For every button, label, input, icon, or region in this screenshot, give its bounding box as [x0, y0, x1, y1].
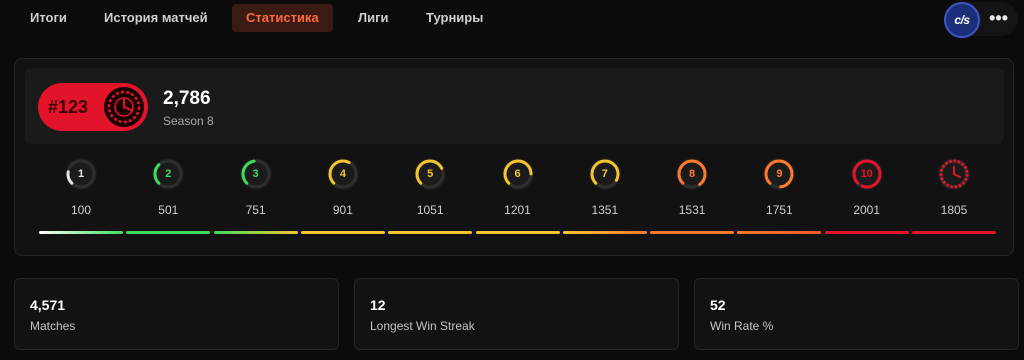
- level-number: 5: [427, 168, 434, 180]
- stat-value: 12: [370, 297, 386, 313]
- level-3: 3 751: [212, 157, 298, 247]
- level-bar-segment: [126, 231, 211, 234]
- level-1: 1 100: [37, 157, 123, 247]
- level-min-elo: 1751: [766, 203, 793, 217]
- tab-match-history[interactable]: История матчей: [90, 4, 222, 32]
- level-min-elo: 1531: [678, 203, 706, 217]
- tab-tournaments[interactable]: Турниры: [412, 4, 497, 32]
- level-number: [937, 157, 971, 191]
- season-card: #123 2,786 Season 8: [25, 68, 1004, 144]
- level-bar-segment: [737, 231, 822, 234]
- level-min-elo: 1051: [416, 203, 444, 217]
- more-options-icon[interactable]: •••: [989, 9, 1008, 27]
- level-number: 1: [77, 168, 85, 180]
- stat-card-matches: 4,571 Matches: [14, 278, 339, 350]
- level-bar-segment: [39, 231, 123, 234]
- stat-label: Matches: [30, 319, 76, 333]
- level-8: 8 1531: [648, 157, 735, 247]
- level-min-elo: 100: [70, 203, 92, 217]
- level-number: 6: [514, 168, 521, 180]
- level-min-elo: 501: [158, 203, 179, 217]
- tab-statistics[interactable]: Статистика: [232, 4, 333, 32]
- stat-card-longest-win-streak: 12 Longest Win Streak: [354, 278, 679, 350]
- level-bar-segment: [824, 231, 909, 234]
- stat-card-win-rate: 52 Win Rate %: [694, 278, 1019, 350]
- level-6: 6 1201: [474, 157, 560, 247]
- stat-value: 4,571: [30, 297, 66, 313]
- level-number: 2: [165, 168, 172, 180]
- stat-label: Win Rate %: [710, 319, 774, 333]
- level-min-elo: 1201: [504, 203, 531, 217]
- rank-badge: #123: [38, 83, 148, 131]
- level-bar-segment: [300, 231, 385, 234]
- avatar-logo: c/s: [954, 13, 970, 27]
- level-min-elo: 1351: [591, 203, 619, 217]
- level-7: 7 1351: [561, 157, 647, 247]
- stat-label: Longest Win Streak: [370, 319, 475, 333]
- level-number: 4: [339, 168, 346, 180]
- level-number: 8: [689, 168, 696, 180]
- level-2: 2 501: [124, 157, 211, 247]
- level-4: 4 901: [299, 157, 385, 247]
- level-bar-segment: [912, 231, 996, 234]
- account-controls: c/s •••: [944, 2, 1018, 38]
- level-number: 9: [776, 168, 783, 180]
- level-min-elo: 901: [332, 203, 353, 217]
- level-number: 10: [860, 168, 873, 180]
- level-bar-segment: [388, 231, 473, 234]
- level-bar-segment: [213, 231, 298, 234]
- level-bar-segment: [650, 231, 735, 234]
- season-name: Season 8: [163, 114, 214, 128]
- tab-summary[interactable]: Итоги: [16, 4, 81, 32]
- level-bar-segment: [562, 231, 647, 234]
- level-min-elo: 2001: [853, 203, 881, 217]
- level-5: 5 1051: [386, 157, 473, 247]
- level-10: 10 2001: [823, 157, 909, 247]
- challenger-rank-icon: [104, 87, 144, 127]
- season-panel: #123 2,786 Season 8 1 100 2 501 3 751 4 901 5 105…: [14, 58, 1014, 256]
- level-number: 7: [601, 168, 608, 180]
- rank-number: #123: [48, 97, 89, 117]
- level-9: 9 1751: [735, 157, 822, 247]
- avatar[interactable]: c/s: [944, 2, 980, 38]
- stat-value: 52: [710, 297, 726, 313]
- level-bar-segment: [475, 231, 560, 234]
- tab-leagues[interactable]: Лиги: [344, 4, 403, 32]
- level-min-elo: 751: [245, 203, 266, 217]
- level-11: 1805: [910, 157, 996, 247]
- season-elo: 2,786: [163, 88, 211, 109]
- level-min-elo: 1805: [940, 203, 968, 217]
- level-number: 3: [252, 168, 259, 180]
- top-navigation: Итоги История матчей Статистика Лиги Тур…: [0, 0, 1024, 40]
